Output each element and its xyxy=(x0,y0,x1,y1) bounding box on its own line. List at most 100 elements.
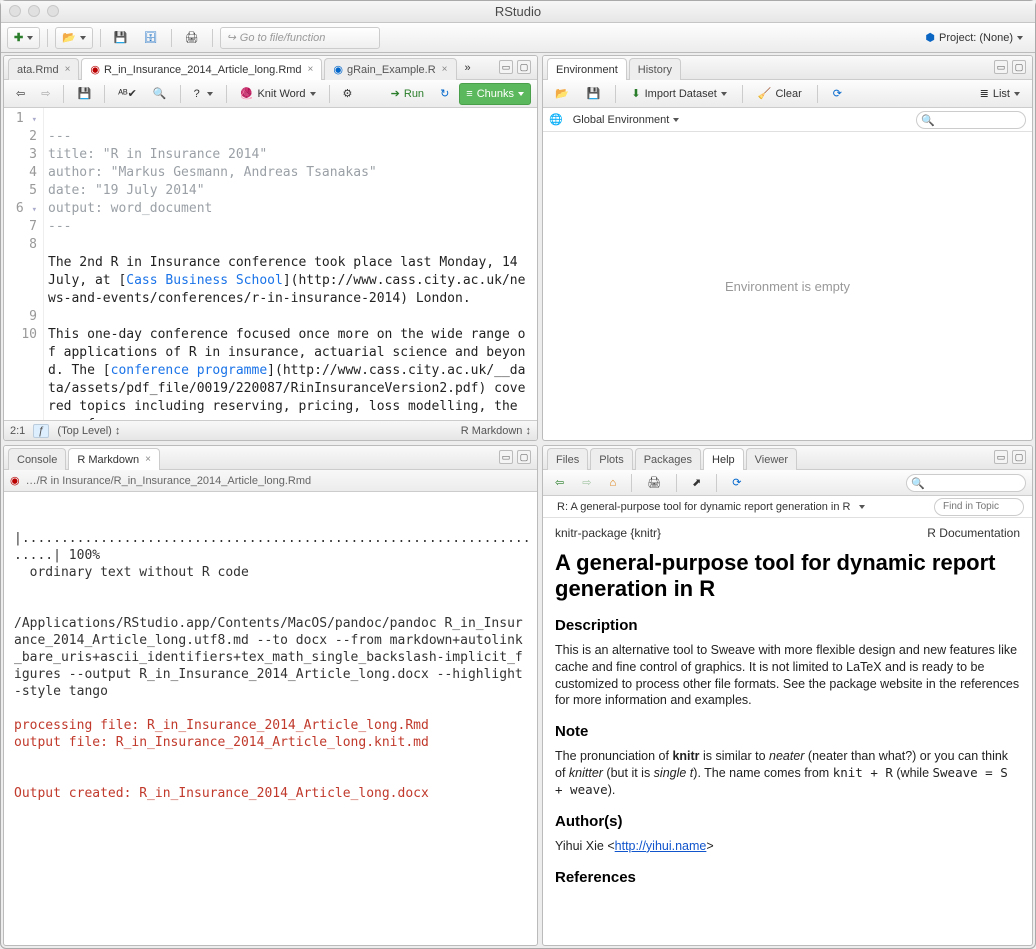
chevron-down-icon xyxy=(1014,92,1020,96)
env-tabbar: Environment History ▭ ▢ xyxy=(543,56,1032,80)
chevron-down-icon xyxy=(518,92,524,96)
save-icon: 💾 xyxy=(114,31,128,44)
window-title: RStudio xyxy=(495,4,541,19)
goto-file-function[interactable]: ↪ Go to file/function xyxy=(220,27,380,49)
pane-maximize-button[interactable]: ▢ xyxy=(517,60,531,74)
help-package-label: knitr-package {knitr} xyxy=(555,526,661,540)
help-print-button[interactable]: 🖨 xyxy=(641,472,667,494)
source-tab-0[interactable]: ata.Rmd × xyxy=(8,58,79,80)
document-options-button[interactable]: ⚙ xyxy=(337,83,359,105)
help-content[interactable]: knitr-package {knitr} R Documentation A … xyxy=(543,518,1032,945)
broom-icon: 🧹 xyxy=(758,87,772,100)
save-button[interactable]: 💾 xyxy=(108,27,134,49)
pane-maximize-button[interactable]: ▢ xyxy=(1012,450,1026,464)
tab-rmarkdown[interactable]: R Markdown × xyxy=(68,448,160,470)
env-scope-selector[interactable]: Global Environment xyxy=(567,109,686,131)
chunks-button[interactable]: ≡ Chunks xyxy=(459,83,531,105)
goto-arrow-icon: ↪ xyxy=(227,31,236,44)
pane-maximize-button[interactable]: ▢ xyxy=(1012,60,1026,74)
rerun-button[interactable]: ↻ xyxy=(434,83,455,105)
source-pane: ata.Rmd × ◉ R_in_Insurance_2014_Article_… xyxy=(3,55,538,441)
source-editor[interactable]: 1 ▾ 2345 6 ▾ 78 910 --- title: "R in Ins… xyxy=(4,108,537,420)
console-tabbar: Console R Markdown × ▭ ▢ xyxy=(4,446,537,470)
file-type-selector[interactable]: R Markdown ↕ xyxy=(461,425,531,437)
open-file-button[interactable]: 📂 xyxy=(55,27,93,49)
author-link[interactable]: http://yihui.name xyxy=(615,839,707,853)
help-desc-heading: Description xyxy=(555,617,1020,634)
env-scope-bar: 🌐 Global Environment 🔍 xyxy=(543,108,1032,132)
close-window-button[interactable] xyxy=(9,5,21,17)
code-area[interactable]: --- title: "R in Insurance 2014" author:… xyxy=(44,108,537,420)
tab-overflow-button[interactable]: » xyxy=(459,57,477,79)
run-label: Run xyxy=(404,88,424,100)
clear-workspace-button[interactable]: 🧹 Clear xyxy=(752,83,808,105)
new-file-button[interactable]: ✚ xyxy=(7,27,40,49)
close-icon[interactable]: × xyxy=(65,64,71,75)
console-output[interactable]: |.......................................… xyxy=(4,492,537,945)
save-source-button[interactable]: 💾 xyxy=(71,83,97,105)
pane-minimize-button[interactable]: ▭ xyxy=(499,60,513,74)
console-path-bar: ◉ …/R in Insurance/R_in_Insurance_2014_A… xyxy=(4,470,537,492)
tab-console[interactable]: Console xyxy=(8,448,66,470)
help-title: A general-purpose tool for dynamic repor… xyxy=(555,550,1020,603)
save-all-button[interactable]: 🗄 xyxy=(138,27,164,49)
help-tabbar: Files Plots Packages Help Viewer ▭ ▢ xyxy=(543,446,1032,470)
r-file-icon: ◉ xyxy=(333,63,343,76)
import-dataset-button[interactable]: ⬇ Import Dataset xyxy=(625,83,732,105)
run-button[interactable]: ➔ Run xyxy=(385,83,430,105)
help-pane: Files Plots Packages Help Viewer ▭ ▢ ⇦ ⇨… xyxy=(542,445,1033,946)
load-workspace-button[interactable]: 📂 xyxy=(549,83,575,105)
rmd-icon: ◉ xyxy=(10,474,20,487)
save-workspace-button[interactable]: 💾 xyxy=(581,83,607,105)
knit-button[interactable]: 🧶 Knit Word xyxy=(234,83,322,105)
tab-help[interactable]: Help xyxy=(703,448,744,470)
help-breadcrumb[interactable]: R: A general-purpose tool for dynamic re… xyxy=(551,496,926,518)
tab-environment[interactable]: Environment xyxy=(547,58,627,80)
close-icon[interactable]: × xyxy=(308,64,314,75)
view-mode-button[interactable]: ≣ List xyxy=(974,83,1026,105)
line-gutter: 1 ▾ 2345 6 ▾ 78 910 xyxy=(4,108,44,420)
pane-minimize-button[interactable]: ▭ xyxy=(994,60,1008,74)
help-search-input[interactable]: 🔍 xyxy=(906,474,1026,492)
help-author-text: Yihui Xie <http://yihui.name> xyxy=(555,838,1020,855)
print-button[interactable]: 🖨 xyxy=(179,27,205,49)
help-refresh-button[interactable]: ⟳ xyxy=(726,472,747,494)
close-icon[interactable]: × xyxy=(442,64,448,75)
zoom-window-button[interactable] xyxy=(47,5,59,17)
pane-maximize-button[interactable]: ▢ xyxy=(517,450,531,464)
traffic-lights xyxy=(9,5,59,17)
spellcheck-button[interactable]: ᴬᴮ✔ xyxy=(112,83,143,105)
env-search-input[interactable]: 🔍 xyxy=(916,111,1026,129)
tab-packages[interactable]: Packages xyxy=(635,448,701,470)
scope-selector[interactable]: (Top Level) ↕ xyxy=(57,425,120,437)
find-in-topic-input[interactable] xyxy=(934,498,1024,516)
search-icon: 🔍 xyxy=(921,114,935,127)
forward-button[interactable]: ⇨ xyxy=(35,83,56,105)
chevron-down-icon xyxy=(859,505,865,509)
import-icon: ⬇ xyxy=(631,87,640,100)
chevron-down-icon xyxy=(27,36,33,40)
refresh-env-button[interactable]: ⟳ xyxy=(827,83,848,105)
source-tab-2[interactable]: ◉ gRain_Example.R × xyxy=(324,58,456,80)
pane-minimize-button[interactable]: ▭ xyxy=(994,450,1008,464)
help-back-button[interactable]: ⇦ xyxy=(549,472,570,494)
tab-history[interactable]: History xyxy=(629,58,681,80)
help-home-button[interactable]: ⌂ xyxy=(603,472,622,494)
back-button[interactable]: ⇦ xyxy=(10,83,31,105)
main-toolbar: ✚ 📂 💾 🗄 🖨 ↪ Go to file/function ⬢ Projec… xyxy=(1,23,1035,53)
close-icon[interactable]: × xyxy=(145,454,151,465)
pane-minimize-button[interactable]: ▭ xyxy=(499,450,513,464)
knit-help-button[interactable]: ? xyxy=(188,83,219,105)
run-arrow-icon: ➔ xyxy=(391,87,400,100)
tab-plots[interactable]: Plots xyxy=(590,448,632,470)
project-menu[interactable]: ⬢ Project: (None) xyxy=(919,27,1029,49)
source-tab-1[interactable]: ◉ R_in_Insurance_2014_Article_long.Rmd × xyxy=(81,58,322,80)
tab-viewer[interactable]: Viewer xyxy=(746,448,797,470)
find-replace-button[interactable]: 🔍 xyxy=(147,83,173,105)
help-forward-button[interactable]: ⇨ xyxy=(576,472,597,494)
env-toolbar: 📂 💾 ⬇ Import Dataset 🧹 Clear ⟳ ≣ List xyxy=(543,80,1032,108)
search-icon: 🔍 xyxy=(911,477,925,490)
minimize-window-button[interactable] xyxy=(28,5,40,17)
help-popout-button[interactable]: ⬈ xyxy=(686,472,707,494)
tab-files[interactable]: Files xyxy=(547,448,588,470)
